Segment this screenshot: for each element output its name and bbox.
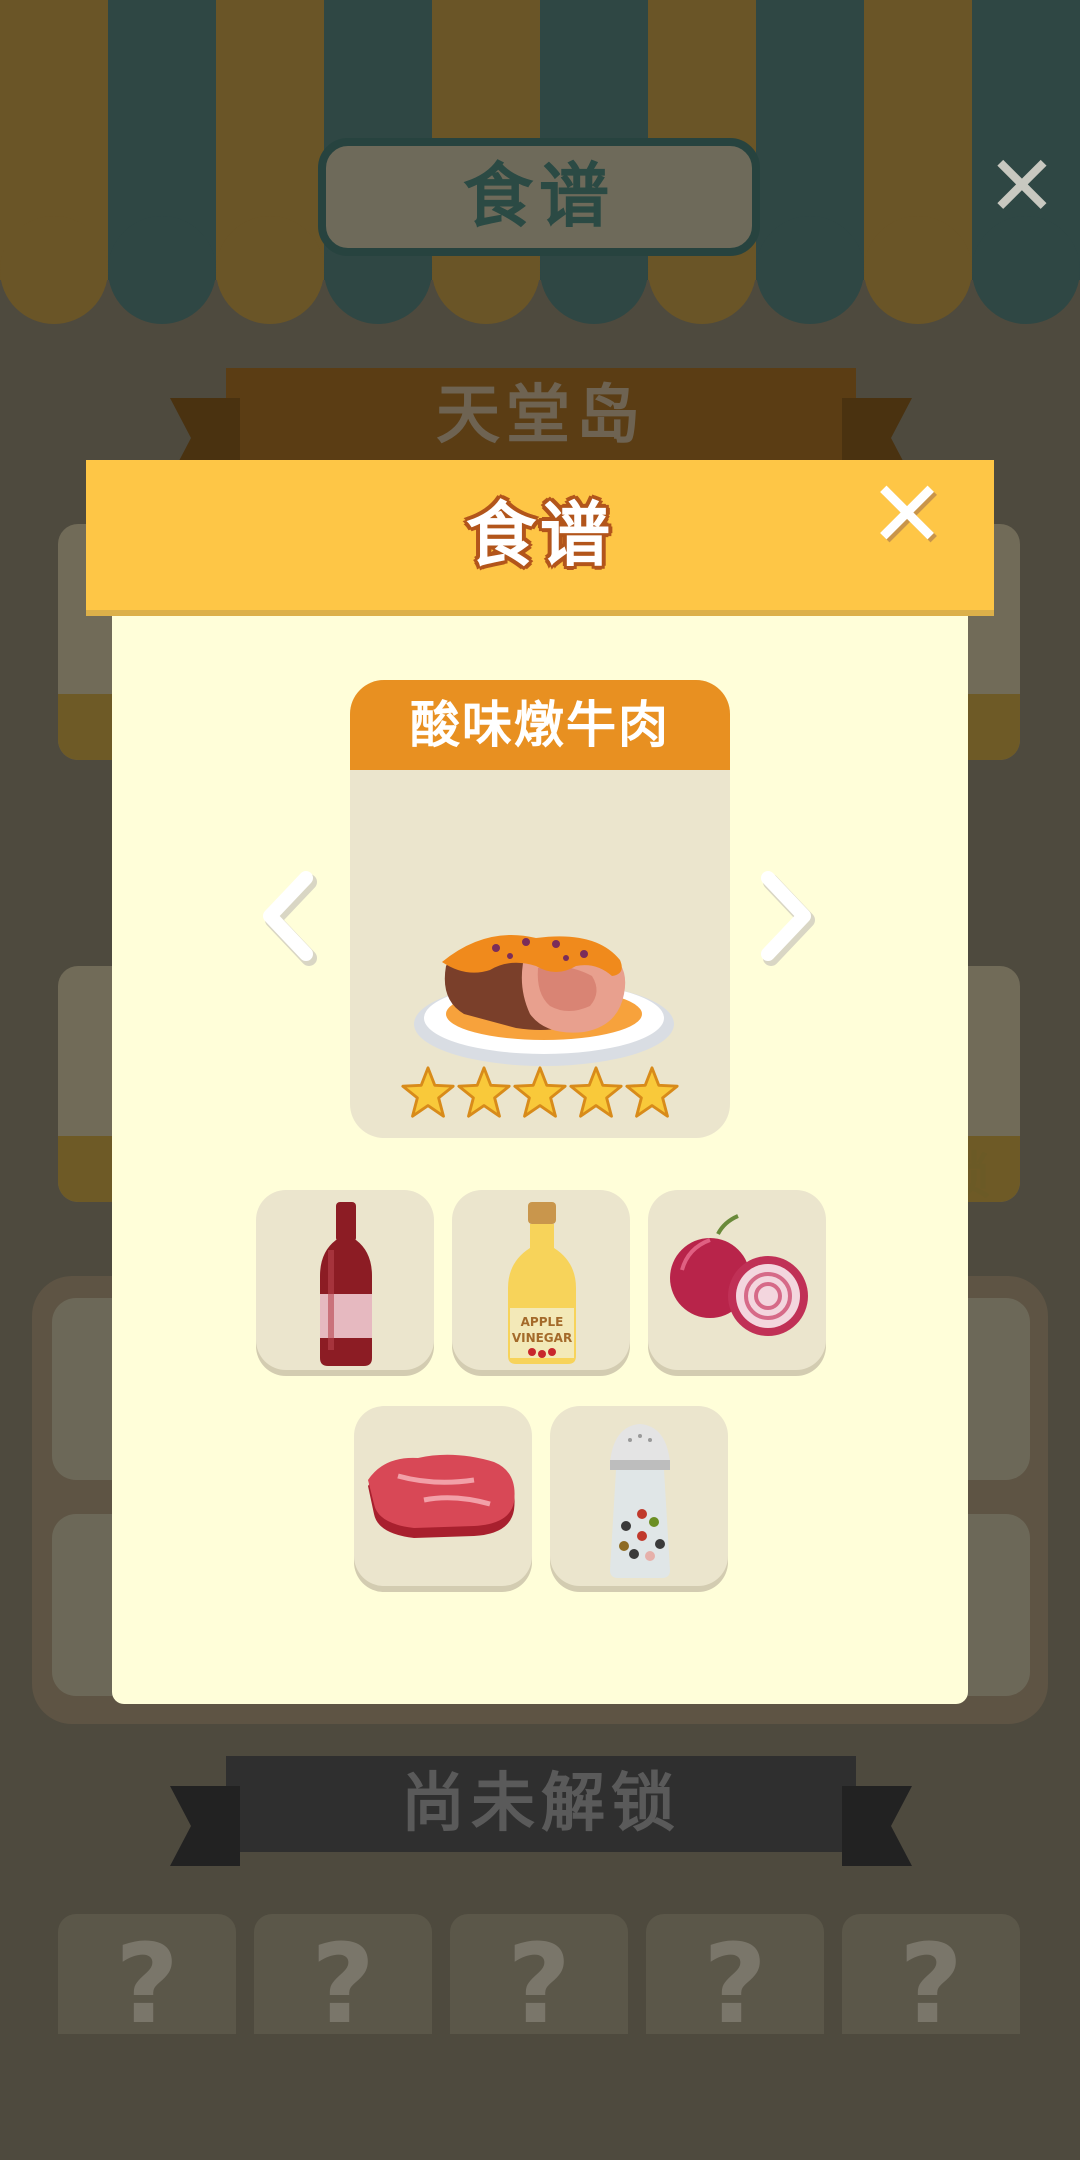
onion-icon xyxy=(670,1214,808,1336)
vinegar-label-line1: APPLE xyxy=(521,1315,564,1329)
section-ribbon-locked: 尚未解锁 xyxy=(170,1756,912,1866)
close-icon[interactable]: ✕ xyxy=(862,469,952,561)
previous-arrow-icon[interactable] xyxy=(252,866,322,966)
section-title-locked: 尚未解锁 xyxy=(401,1767,681,1841)
vinegar-bottle-icon: APPLE VINEGAR xyxy=(508,1202,576,1364)
section-ribbon-unlocked: 天堂岛 xyxy=(170,368,912,478)
star-icon xyxy=(457,1066,511,1118)
dish-name: 酸味燉牛肉 xyxy=(350,680,730,770)
ribbon-tail-right xyxy=(842,1786,912,1866)
vinegar-label-line2: VINEGAR xyxy=(512,1331,572,1345)
braised-beef-dish-icon xyxy=(414,935,674,1066)
ingredient-tile-red-onion[interactable] xyxy=(648,1190,826,1370)
dish-rating xyxy=(350,1064,730,1126)
dish-card: 酸味燉牛肉 xyxy=(350,680,730,1138)
ingredient-tile-red-wine[interactable] xyxy=(256,1190,434,1370)
star-icon xyxy=(569,1066,623,1118)
next-arrow-icon[interactable] xyxy=(752,866,822,966)
locked-recipe-tile[interactable]: ? xyxy=(842,1914,1020,2048)
modal-title: 食谱 xyxy=(466,494,614,576)
recipe-modal-header: 食谱 xyxy=(86,460,994,610)
ingredient-tile-beef-steak[interactable] xyxy=(354,1406,532,1586)
pepper-grinder-icon xyxy=(610,1424,670,1578)
steak-icon xyxy=(368,1454,515,1538)
locked-recipe-tile[interactable]: ? xyxy=(254,1914,432,2048)
section-title-unlocked: 天堂岛 xyxy=(436,379,646,453)
star-icon xyxy=(401,1066,455,1118)
ingredient-tile-pepper[interactable] xyxy=(550,1406,728,1586)
star-icon xyxy=(625,1066,679,1118)
locked-recipe-tile[interactable]: ? xyxy=(58,1914,236,2048)
locked-recipe-tile[interactable]: ? xyxy=(646,1914,824,2048)
wine-bottle-icon xyxy=(320,1202,372,1366)
background-title-plate: 食谱 xyxy=(318,138,760,256)
background-close-icon[interactable]: ✕ xyxy=(982,144,1062,228)
star-icon xyxy=(513,1066,567,1118)
ribbon-tail-left xyxy=(170,1786,240,1866)
locked-recipe-tile[interactable]: ? xyxy=(450,1914,628,2048)
ingredient-tile-apple-vinegar[interactable]: APPLE VINEGAR xyxy=(452,1190,630,1370)
